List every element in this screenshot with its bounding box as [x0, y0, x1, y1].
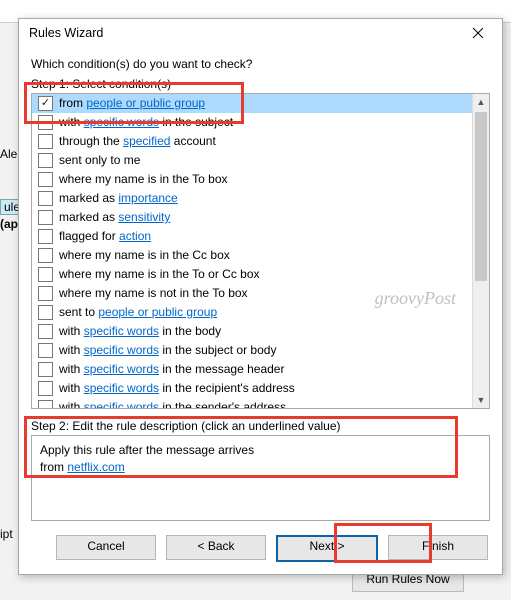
- condition-link[interactable]: specific words: [84, 381, 159, 395]
- condition-label: with specific words in the sender's addr…: [59, 399, 286, 408]
- condition-checkbox[interactable]: [38, 153, 53, 168]
- condition-row[interactable]: where my name is not in the To box: [32, 284, 472, 303]
- finish-button[interactable]: Finish: [388, 535, 488, 560]
- description-line1: Apply this rule after the message arrive…: [40, 442, 481, 459]
- condition-checkbox[interactable]: [38, 400, 53, 409]
- prompt-text: Which condition(s) do you want to check?: [31, 57, 490, 71]
- condition-label: with specific words in the subject: [59, 114, 233, 130]
- condition-checkbox[interactable]: [38, 229, 53, 244]
- close-icon: [472, 27, 484, 39]
- condition-row[interactable]: with specific words in the subject or bo…: [32, 341, 472, 360]
- scroll-down-icon[interactable]: ▼: [473, 392, 489, 408]
- rule-description-box: Apply this rule after the message arrive…: [31, 435, 490, 521]
- condition-row[interactable]: with specific words in the message heade…: [32, 360, 472, 379]
- condition-link[interactable]: action: [119, 229, 151, 243]
- rules-wizard-dialog: Rules Wizard Which condition(s) do you w…: [18, 18, 503, 575]
- back-button[interactable]: < Back: [166, 535, 266, 560]
- condition-row[interactable]: flagged for action: [32, 227, 472, 246]
- condition-label: flagged for action: [59, 228, 151, 244]
- condition-link[interactable]: people or public group: [98, 305, 217, 319]
- condition-row[interactable]: marked as sensitivity: [32, 208, 472, 227]
- condition-row[interactable]: where my name is in the To or Cc box: [32, 265, 472, 284]
- dialog-buttons: Cancel < Back Next > Finish: [19, 521, 502, 574]
- condition-checkbox[interactable]: [38, 134, 53, 149]
- description-link-netflix[interactable]: netflix.com: [67, 460, 124, 474]
- titlebar: Rules Wizard: [19, 19, 502, 47]
- condition-row[interactable]: with specific words in the subject: [32, 113, 472, 132]
- condition-checkbox[interactable]: [38, 191, 53, 206]
- condition-link[interactable]: sensitivity: [118, 210, 170, 224]
- condition-checkbox[interactable]: [38, 305, 53, 320]
- condition-label: with specific words in the message heade…: [59, 361, 284, 377]
- step2-label: Step 2: Edit the rule description (click…: [31, 419, 490, 433]
- condition-checkbox[interactable]: [38, 267, 53, 282]
- condition-row[interactable]: with specific words in the recipient's a…: [32, 379, 472, 398]
- condition-label: sent to people or public group: [59, 304, 217, 320]
- scroll-up-icon[interactable]: ▲: [473, 94, 489, 110]
- condition-link[interactable]: specific words: [84, 324, 159, 338]
- condition-row[interactable]: marked as importance: [32, 189, 472, 208]
- scroll-track[interactable]: [473, 110, 489, 393]
- condition-link[interactable]: people or public group: [86, 96, 205, 110]
- condition-checkbox[interactable]: [38, 381, 53, 396]
- condition-checkbox[interactable]: [38, 343, 53, 358]
- scroll-thumb[interactable]: [475, 112, 487, 282]
- dialog-title: Rules Wizard: [29, 26, 103, 40]
- next-button[interactable]: Next >: [276, 535, 378, 562]
- condition-label: through the specified account: [59, 133, 216, 149]
- condition-link[interactable]: specified: [123, 134, 170, 148]
- condition-label: marked as importance: [59, 190, 178, 206]
- condition-label: from people or public group: [59, 95, 205, 111]
- close-button[interactable]: [460, 20, 496, 46]
- condition-link[interactable]: importance: [118, 191, 177, 205]
- bg-text-ap: (ap: [0, 217, 18, 231]
- condition-link[interactable]: specific words: [84, 343, 159, 357]
- condition-checkbox[interactable]: [38, 362, 53, 377]
- condition-checkbox[interactable]: [38, 96, 53, 111]
- condition-link[interactable]: specific words: [84, 400, 159, 408]
- condition-checkbox[interactable]: [38, 210, 53, 225]
- condition-label: with specific words in the recipient's a…: [59, 380, 295, 396]
- condition-row[interactable]: through the specified account: [32, 132, 472, 151]
- bg-text-ale: Ale: [0, 147, 17, 161]
- condition-label: sent only to me: [59, 152, 140, 168]
- condition-label: marked as sensitivity: [59, 209, 170, 225]
- condition-label: where my name is in the To or Cc box: [59, 266, 260, 282]
- condition-row[interactable]: sent to people or public group: [32, 303, 472, 322]
- condition-row[interactable]: with specific words in the sender's addr…: [32, 398, 472, 409]
- condition-row[interactable]: sent only to me: [32, 151, 472, 170]
- condition-checkbox[interactable]: [38, 286, 53, 301]
- condition-label: where my name is in the To box: [59, 171, 228, 187]
- condition-checkbox[interactable]: [38, 324, 53, 339]
- bg-text-ipt: ipt: [0, 527, 13, 541]
- condition-row[interactable]: where my name is in the To box: [32, 170, 472, 189]
- condition-label: where my name is in the Cc box: [59, 247, 230, 263]
- condition-label: where my name is not in the To box: [59, 285, 248, 301]
- condition-row[interactable]: with specific words in the body: [32, 322, 472, 341]
- condition-label: with specific words in the body: [59, 323, 221, 339]
- condition-checkbox[interactable]: [38, 172, 53, 187]
- condition-row[interactable]: where my name is in the Cc box: [32, 246, 472, 265]
- condition-link[interactable]: specific words: [84, 362, 159, 376]
- condition-checkbox[interactable]: [38, 115, 53, 130]
- condition-label: with specific words in the subject or bo…: [59, 342, 276, 358]
- condition-link[interactable]: specific words: [84, 115, 159, 129]
- cancel-button[interactable]: Cancel: [56, 535, 156, 560]
- condition-row[interactable]: from people or public group: [32, 94, 472, 113]
- description-line2: from netflix.com: [40, 459, 481, 476]
- step1-label: Step 1: Select condition(s): [31, 77, 490, 91]
- scrollbar[interactable]: ▲ ▼: [472, 94, 489, 409]
- condition-checkbox[interactable]: [38, 248, 53, 263]
- conditions-list: from people or public group with specific…: [31, 93, 490, 410]
